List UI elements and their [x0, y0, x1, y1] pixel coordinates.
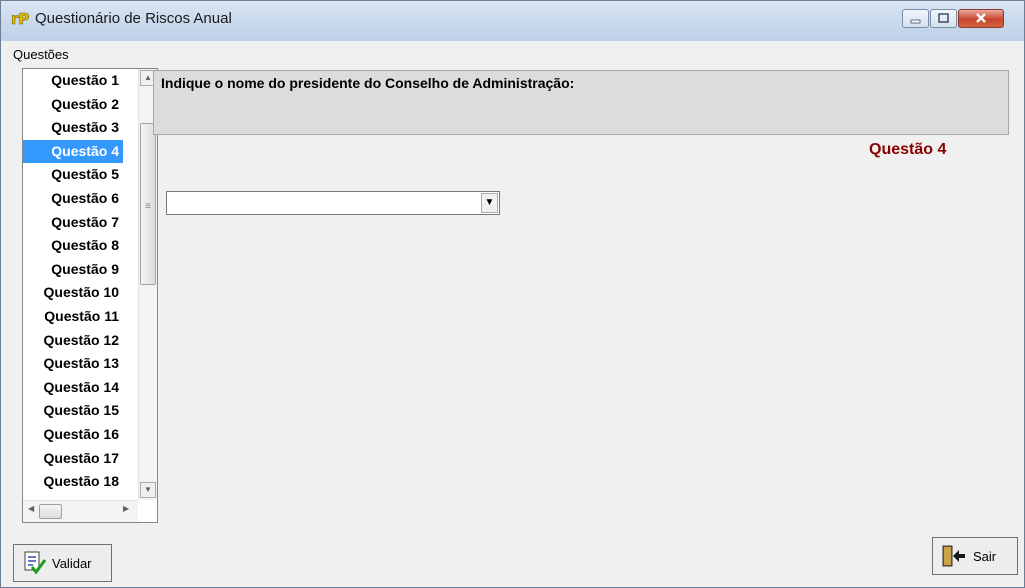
- list-item[interactable]: Questão 8: [23, 234, 123, 258]
- close-button[interactable]: [958, 9, 1004, 28]
- maximize-icon: [938, 13, 949, 23]
- chevron-down-icon: ▼: [484, 197, 495, 208]
- question-text: Indique o nome do presidente do Conselho…: [161, 75, 575, 91]
- list-item[interactable]: Questão 1: [23, 69, 123, 93]
- scroll-left-icon[interactable]: ◀: [28, 504, 34, 513]
- list-item[interactable]: Questão 4: [23, 139, 123, 164]
- list-item[interactable]: Questão 13: [23, 352, 123, 376]
- combobox-dropdown-button[interactable]: ▼: [481, 193, 498, 213]
- horizontal-scrollbar[interactable]: ◀ ▶: [23, 500, 138, 522]
- title-bar[interactable]: rP Questionário de Riscos Anual: [1, 1, 1024, 41]
- main-window: rP Questionário de Riscos Anual Questões…: [0, 0, 1025, 588]
- window-title: Questionário de Riscos Anual: [35, 10, 232, 27]
- answer-combobox[interactable]: ▼: [166, 191, 500, 215]
- list-item[interactable]: Questão 2: [23, 93, 123, 117]
- svg-text:rP: rP: [11, 10, 29, 28]
- list-item[interactable]: Questão 14: [23, 376, 123, 400]
- app-icon: rP: [11, 10, 30, 28]
- question-panel: Indique o nome do presidente do Conselho…: [153, 70, 1009, 135]
- horizontal-scroll-thumb[interactable]: [39, 504, 62, 519]
- client-area: Questões Questão 1 Questão 2 Questão 3 Ques…: [11, 41, 1016, 581]
- list-item[interactable]: Questão 17: [23, 447, 123, 471]
- exit-door-icon: [942, 545, 965, 567]
- grip-icon: ≡: [145, 201, 151, 212]
- list-item[interactable]: Questão 7: [23, 211, 123, 235]
- validar-label: Validar: [52, 556, 92, 571]
- list-item[interactable]: Questão 18: [23, 470, 123, 494]
- vertical-scroll-thumb[interactable]: ≡: [140, 123, 156, 285]
- list-item[interactable]: Questão 12: [23, 329, 123, 353]
- list-item[interactable]: Questão 9: [23, 258, 123, 282]
- list-item[interactable]: Questão 15: [23, 399, 123, 423]
- list-item[interactable]: Questão 3: [23, 116, 123, 140]
- list-item[interactable]: Questão 5: [23, 163, 123, 187]
- questions-listbox[interactable]: Questão 1 Questão 2 Questão 3 Questão 4 Ques…: [22, 68, 158, 523]
- scroll-right-icon[interactable]: ▶: [123, 504, 129, 513]
- list-item[interactable]: Questão 6: [23, 187, 123, 211]
- question-number-label: Questão 4: [869, 141, 947, 158]
- close-icon: [976, 13, 986, 23]
- scroll-down-button[interactable]: ▼: [140, 482, 156, 498]
- list-item[interactable]: Questão 11: [23, 305, 123, 329]
- sair-button[interactable]: Sair: [932, 537, 1018, 575]
- question-list: Questão 1 Questão 2 Questão 3 Questão 4 Ques…: [23, 69, 123, 494]
- list-item[interactable]: Questão 16: [23, 423, 123, 447]
- minimize-button[interactable]: [902, 9, 929, 28]
- checklist-icon: [24, 551, 46, 575]
- sair-label: Sair: [973, 549, 997, 564]
- validar-button[interactable]: Validar: [13, 544, 112, 582]
- questions-group-label: Questões: [13, 47, 69, 62]
- list-item[interactable]: Questão 10: [23, 281, 123, 305]
- minimize-icon: [910, 19, 921, 24]
- maximize-button[interactable]: [930, 9, 957, 28]
